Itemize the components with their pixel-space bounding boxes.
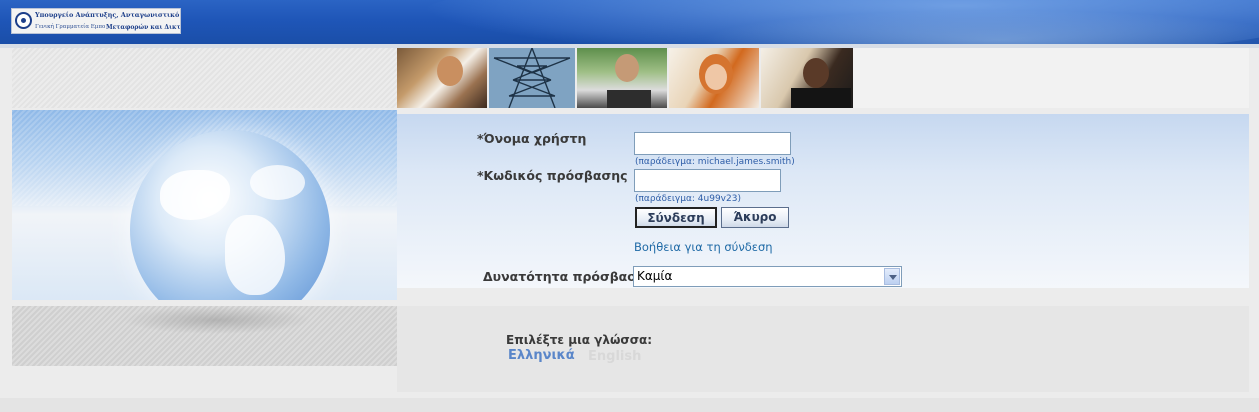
footer-bar: [0, 398, 1259, 412]
username-input[interactable]: [634, 132, 791, 155]
globe-banner: [12, 110, 397, 300]
login-button[interactable]: Σύνδεση: [635, 207, 717, 228]
photo-pylon: [489, 48, 575, 108]
password-hint: (παράδειγμα: 4u99v23): [635, 194, 741, 204]
chevron-down-icon[interactable]: [884, 268, 900, 285]
globe-land: [225, 215, 285, 295]
password-label: *Κωδικός πρόσβασης: [477, 168, 628, 183]
logo-line-2-left: Γενική Γραμματεία Εμπορίου: [35, 24, 105, 30]
photo-face: [615, 54, 639, 82]
login-help-link[interactable]: Βοήθεια για τη σύνδεση: [634, 240, 773, 254]
username-hint: (παράδειγμα: michael.james.smith): [635, 157, 795, 167]
photo-face: [437, 56, 463, 86]
password-input[interactable]: [634, 169, 781, 192]
accessibility-select-value: Καμία: [637, 269, 673, 283]
cancel-button[interactable]: Άκυρο: [721, 207, 789, 228]
logo-line-2-right: Μεταφορών και Δικτύων: [106, 24, 180, 31]
photo-businessman: [397, 48, 487, 108]
ministry-logo: Υπουργείο Ανάπτυξης, Ανταγωνιστικότητας,…: [11, 8, 181, 34]
photo-face: [705, 64, 727, 90]
photo-monitor: [607, 90, 651, 108]
decorative-band-top: [853, 48, 1249, 108]
decorative-hatch-bottom: [12, 306, 397, 366]
language-greek-link[interactable]: Ελληνικά: [508, 348, 575, 363]
header-banner: Υπουργείο Ανάπτυξης, Ανταγωνιστικότητας,…: [0, 0, 1259, 44]
login-form: *Όνομα χρήστη (παράδειγμα: michael.james…: [397, 114, 1249, 288]
greek-emblem-icon: [15, 12, 32, 29]
globe-reflection: [122, 306, 312, 334]
logo-line-1: Υπουργείο Ανάπτυξης, Ανταγωνιστικότητας,…: [35, 11, 179, 19]
globe-land: [160, 170, 230, 220]
pylon-icon: [489, 48, 575, 108]
language-prompt: Επιλέξτε μια γλώσσα:: [506, 333, 653, 347]
photo-face: [803, 58, 829, 88]
photo-strip: [397, 48, 853, 108]
photo-man-headset: [761, 48, 853, 108]
photo-suit: [791, 88, 851, 108]
decorative-hatch-top: [12, 48, 397, 108]
accessibility-select[interactable]: Καμία: [633, 266, 902, 287]
language-panel: Επιλέξτε μια γλώσσα: Ελληνικά English: [397, 306, 1249, 392]
photo-man-computer: [577, 48, 667, 108]
username-label: *Όνομα χρήστη: [477, 131, 587, 146]
right-margin: [1249, 48, 1259, 398]
language-english-link[interactable]: English: [588, 349, 641, 364]
globe-land: [250, 165, 305, 200]
accessibility-label: Δυνατότητα πρόσβασης: [483, 269, 654, 284]
photo-woman-headset: [669, 48, 759, 108]
